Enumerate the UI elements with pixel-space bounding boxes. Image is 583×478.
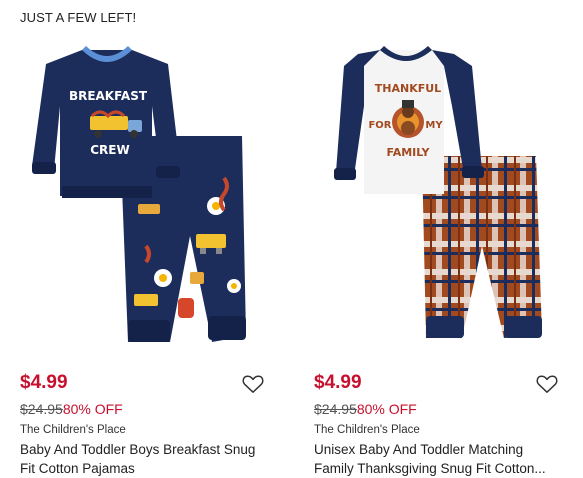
product-title-line-1: Baby And Toddler Boys Breakfast Snug [20,442,256,457]
product-title-line-2: Family Thanksgiving Snug Fit Cotton... [314,461,546,476]
shirt-print-for: FOR [368,120,391,131]
shirt-print-bottom: FAMILY [386,146,430,159]
product-title-line-2: Fit Cotton Pajamas [20,461,135,476]
shirt-print-top: BREAKFAST [69,89,148,103]
price-details: $24.9580% OFF [314,401,417,417]
sale-price: $4.99 [314,372,362,393]
discount-label: 80% OFF [62,401,123,417]
pajama-shirt [32,46,180,198]
product-card[interactable]: JUST A FEW LEFT! BREAKFAST CREW $4.99 $2… [20,0,290,478]
discount-label: 80% OFF [356,401,417,417]
original-price: $24.95 [314,401,357,417]
product-image-thanksgiving-pajamas[interactable]: THANKFUL FOR MY FAMILY [314,36,564,358]
product-image-breakfast-pajamas[interactable]: BREAKFAST CREW [20,36,270,358]
product-title[interactable]: Unisex Baby And Toddler Matching Family … [314,440,572,478]
product-title-line-1: Unisex Baby And Toddler Matching [314,442,524,457]
sale-price: $4.99 [20,372,68,393]
shirt-print-top: THANKFUL [375,82,441,95]
shirt-print-my: MY [425,120,443,131]
heart-outline-icon[interactable] [536,374,558,394]
product-card[interactable]: THANKFUL FOR MY FAMILY $4.99 $24.9580% O… [314,0,583,478]
stock-flag: JUST A FEW LEFT! [20,10,137,25]
product-title[interactable]: Baby And Toddler Boys Breakfast Snug Fit… [20,440,278,478]
price-details: $24.9580% OFF [20,401,123,417]
brand-name: The Children's Place [20,424,126,436]
heart-outline-icon[interactable] [242,374,264,394]
original-price: $24.95 [20,401,63,417]
brand-name: The Children's Place [314,424,420,436]
shirt-print-bottom: CREW [90,143,129,157]
